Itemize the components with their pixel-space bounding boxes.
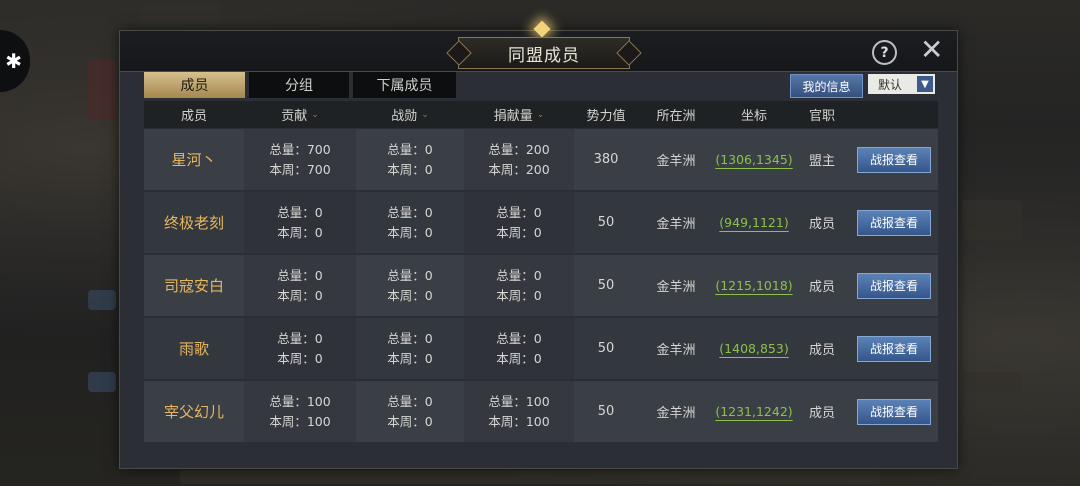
tab-groups[interactable]: 分组 <box>249 72 349 98</box>
donation-total: 总量：0 <box>496 267 542 283</box>
table-row: 星河丶 总量：700 本周：700 总量：0 本周：0 总量：200 本周：200 3… <box>144 129 938 190</box>
coordinate-link[interactable]: (949,1121) <box>719 215 788 230</box>
member-name[interactable]: 终极老刻 <box>164 212 224 233</box>
table-row: 宰父幻儿 总量：100 本周：100 总量：0 本周：0 总量：100 本周：100 … <box>144 381 938 442</box>
position-value: 成员 <box>808 406 835 421</box>
merit-total: 总量：0 <box>387 204 433 220</box>
member-list: 星河丶 总量：700 本周：700 总量：0 本周：0 总量：200 本周：200 3… <box>144 129 938 444</box>
contribution-total: 总量：100 <box>269 393 331 409</box>
contribution-total: 总量：0 <box>277 330 323 346</box>
sort-dropdown[interactable]: 默认 ▼ <box>868 74 935 94</box>
donation-week: 本周：0 <box>496 287 542 303</box>
sort-chevron-icon: ⌄ <box>536 109 545 120</box>
merit-week: 本周：0 <box>387 287 433 303</box>
member-name[interactable]: 宰父幻儿 <box>164 401 224 422</box>
contribution-week: 本周：0 <box>277 287 323 303</box>
donation-total: 总量：100 <box>488 393 550 409</box>
donation-total: 总量：0 <box>496 204 542 220</box>
window-title: 同盟成员 <box>508 45 580 66</box>
puzzle-icon: ✱ <box>5 49 22 73</box>
position-value: 盟主 <box>808 154 835 169</box>
merit-week: 本周：0 <box>387 224 433 240</box>
table-header: 成员 贡献 ⌄ 战勋 ⌄ 捐献量 ⌄ 势力值 所在洲 坐标 官职 <box>144 101 938 128</box>
tab-subordinates[interactable]: 下属成员 <box>353 72 456 98</box>
position-value: 成员 <box>808 217 835 232</box>
contribution-total: 总量：0 <box>277 267 323 283</box>
sort-selected-value: 默认 <box>878 77 903 92</box>
region-value: 金羊洲 <box>656 343 696 358</box>
coordinate-link[interactable]: (1215,1018) <box>715 278 792 293</box>
member-name[interactable]: 司寇安白 <box>164 275 224 296</box>
battle-report-button[interactable]: 战报查看 <box>857 209 931 236</box>
merit-total: 总量：0 <box>387 267 433 283</box>
merit-total: 总量：0 <box>387 330 433 346</box>
power-value: 50 <box>597 341 615 356</box>
question-icon: ? <box>880 44 889 61</box>
battle-report-button[interactable]: 战报查看 <box>857 398 931 425</box>
sort-chevron-icon: ⌄ <box>421 109 429 120</box>
region-value: 金羊洲 <box>656 154 696 169</box>
member-name[interactable]: 雨歌 <box>179 338 209 359</box>
power-value: 380 <box>593 152 619 167</box>
col-member: 成员 <box>180 109 207 124</box>
coordinate-link[interactable]: (1408,853) <box>719 341 788 356</box>
contribution-total: 总量：0 <box>277 204 323 220</box>
contribution-week: 本周：100 <box>269 413 331 429</box>
power-value: 50 <box>597 215 615 230</box>
col-region: 所在洲 <box>656 109 696 124</box>
alliance-members-window: 同盟成员 ? ✕ 成员 分组 下属成员 我的信息 默认 ▼ 成员 贡献 ⌄ 战勋 ⌄… <box>119 20 958 469</box>
col-donation[interactable]: 捐献量 ⌄ <box>464 101 574 128</box>
region-value: 金羊洲 <box>656 217 696 232</box>
contribution-total: 总量：700 <box>269 141 331 157</box>
window-title-frame: 同盟成员 <box>458 37 630 69</box>
col-power: 势力值 <box>586 109 626 124</box>
donation-week: 本周：200 <box>488 161 550 177</box>
contribution-week: 本周：0 <box>277 224 323 240</box>
position-value: 成员 <box>808 343 835 358</box>
col-merit[interactable]: 战勋 ⌄ <box>356 101 464 128</box>
power-value: 50 <box>597 404 615 419</box>
coordinate-link[interactable]: (1306,1345) <box>715 152 792 167</box>
contribution-week: 本周：700 <box>269 161 331 177</box>
col-contribution[interactable]: 贡献 ⌄ <box>244 101 356 128</box>
donation-total: 总量：200 <box>488 141 550 157</box>
battle-report-button[interactable]: 战报查看 <box>857 272 931 299</box>
close-icon: ✕ <box>920 33 944 66</box>
tab-bar: 成员 分组 下属成员 <box>144 72 460 98</box>
region-value: 金羊洲 <box>656 406 696 421</box>
donation-total: 总量：0 <box>496 330 542 346</box>
region-value: 金羊洲 <box>656 280 696 295</box>
merit-week: 本周：0 <box>387 413 433 429</box>
tab-members[interactable]: 成员 <box>144 72 245 98</box>
sort-chevron-icon: ⌄ <box>311 109 319 120</box>
contribution-week: 本周：0 <box>277 350 323 366</box>
merit-week: 本周：0 <box>387 161 433 177</box>
battle-report-button[interactable]: 战报查看 <box>857 335 931 362</box>
merit-total: 总量：0 <box>387 141 433 157</box>
col-position: 官职 <box>808 109 835 124</box>
merit-week: 本周：0 <box>387 350 433 366</box>
help-button[interactable]: ? <box>872 40 897 65</box>
donation-week: 本周：0 <box>496 350 542 366</box>
table-row: 雨歌 总量：0 本周：0 总量：0 本周：0 总量：0 本周：0 50 金羊洲 (14… <box>144 318 938 379</box>
dropdown-arrow-icon: ▼ <box>917 76 933 92</box>
battle-report-button[interactable]: 战报查看 <box>857 146 931 173</box>
donation-week: 本周：0 <box>496 224 542 240</box>
position-value: 成员 <box>808 280 835 295</box>
close-button[interactable]: ✕ <box>920 35 943 65</box>
table-row: 终极老刻 总量：0 本周：0 总量：0 本周：0 总量：0 本周：0 50 金羊洲 (… <box>144 192 938 253</box>
donation-week: 本周：100 <box>488 413 550 429</box>
window-header: 同盟成员 ? ✕ <box>120 20 957 72</box>
power-value: 50 <box>597 278 615 293</box>
table-row: 司寇安白 总量：0 本周：0 总量：0 本周：0 总量：0 本周：0 50 金羊洲 (… <box>144 255 938 316</box>
member-name[interactable]: 星河丶 <box>171 149 216 170</box>
coordinate-link[interactable]: (1231,1242) <box>715 404 792 419</box>
col-coordinates: 坐标 <box>740 109 767 124</box>
my-info-button[interactable]: 我的信息 <box>790 74 863 98</box>
merit-total: 总量：0 <box>387 393 433 409</box>
